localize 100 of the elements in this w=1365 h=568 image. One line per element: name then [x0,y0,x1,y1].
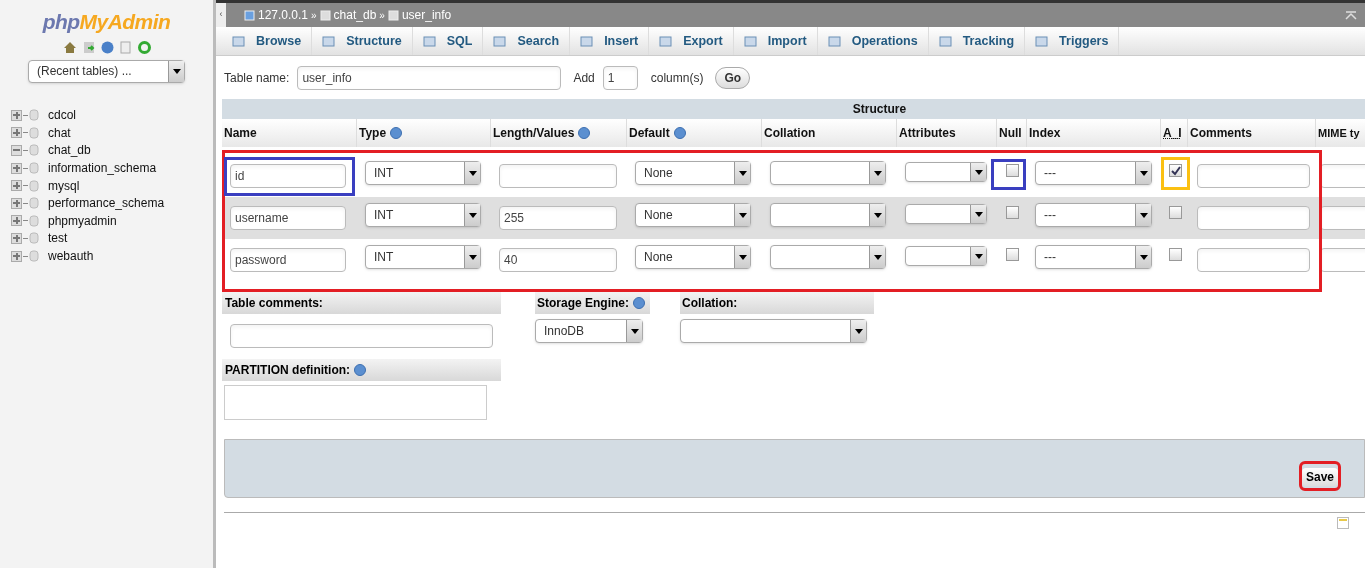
expand-icon[interactable] [11,127,22,139]
comments-field[interactable] [1197,248,1310,272]
length-field[interactable]: 40 [499,248,617,272]
database-icon [29,197,39,210]
attributes-dropdown[interactable] [905,246,987,266]
default-dropdown[interactable]: None [635,203,751,227]
expand-icon[interactable] [11,232,22,244]
table-name-field[interactable]: user_info [297,65,562,90]
type-dropdown[interactable]: INT [365,245,481,269]
tab[interactable]: Tracking [928,27,1026,55]
breadcrumb-link[interactable]: user_info [401,6,452,24]
database-link[interactable]: chat_db [48,141,91,160]
column-header: Type [359,125,387,142]
index-dropdown[interactable]: --- [1035,245,1152,269]
expand-icon[interactable] [11,250,22,262]
attributes-dropdown[interactable] [905,204,987,224]
mime-type-field[interactable] [1320,206,1365,230]
partition-textarea[interactable] [224,385,487,420]
column-header: Collation [764,125,816,142]
collation-dropdown[interactable] [770,161,886,185]
help-icon[interactable] [390,127,403,139]
mime-type-field[interactable] [1320,164,1365,188]
database-link[interactable]: webauth [48,247,94,266]
expand-icon[interactable] [11,180,22,192]
mime-type-field[interactable] [1320,248,1365,272]
copy-icon[interactable] [119,40,132,54]
database-icon [29,250,39,263]
tab[interactable]: Search [483,27,571,55]
note-icon[interactable] [1337,517,1349,529]
recent-tables-dropdown[interactable]: (Recent tables) ... [28,59,185,83]
database-link[interactable]: chat [48,123,71,142]
storage-engine-dropdown[interactable]: InnoDB [535,319,643,343]
help-icon[interactable] [578,127,591,139]
column-header: Comments [1190,125,1252,142]
tab[interactable]: SQL [412,27,484,55]
expand-icon[interactable] [11,197,22,209]
breadcrumb-separator: » [311,8,317,23]
column-name-field[interactable]: username [230,206,346,230]
expand-icon[interactable] [11,162,22,174]
database-link[interactable]: cdcol [48,106,76,125]
checkbox[interactable] [1006,206,1019,219]
column-name-field[interactable]: password [230,248,346,272]
comments-field[interactable] [1197,206,1310,230]
type-dropdown[interactable]: INT [365,203,481,227]
section-header: Table comments: [222,292,501,314]
save-button[interactable]: Save [1301,468,1338,486]
expand-icon[interactable] [11,109,22,121]
type-dropdown[interactable]: INT [365,161,481,185]
server-icon [244,9,255,21]
length-field[interactable]: 255 [499,206,617,230]
reload-icon[interactable] [137,40,151,54]
length-field[interactable] [499,164,617,188]
database-link[interactable]: performance_schema [48,194,165,213]
tab[interactable]: Triggers [1025,27,1120,55]
tab[interactable]: Export [649,27,734,55]
column-name-field[interactable]: id [230,164,346,188]
collation-dropdown[interactable] [770,245,886,269]
default-dropdown[interactable]: None [635,245,751,269]
tab[interactable]: Browse [222,27,313,55]
database-link[interactable]: information_schema [48,159,157,178]
default-dropdown[interactable]: None [635,161,751,185]
breadcrumb-link[interactable]: 127.0.0.1 [258,6,309,24]
attributes-dropdown[interactable] [905,162,987,182]
document-icon[interactable] [82,40,95,54]
table-comments-field[interactable] [230,324,493,348]
column-count-field[interactable]: 1 [602,65,638,90]
collapse-icon[interactable] [11,145,22,156]
tab-icon [659,34,673,48]
help-icon[interactable] [673,127,686,139]
checkbox[interactable] [1169,206,1182,219]
breadcrumb-link[interactable]: chat_db [333,6,377,24]
tab[interactable]: Import [733,27,818,55]
database-link[interactable]: mysql [48,176,80,195]
logo[interactable]: phpMyAdmin [42,6,171,38]
database-icon [29,126,39,139]
help-icon[interactable] [633,297,645,309]
help-icon[interactable] [100,40,114,54]
collation-dropdown[interactable] [770,203,886,227]
comments-field[interactable] [1197,164,1310,188]
index-dropdown[interactable]: --- [1035,161,1152,185]
checkbox[interactable] [1006,164,1019,177]
tab[interactable]: Operations [817,27,929,55]
go-button[interactable]: Go [715,66,751,89]
database-link[interactable]: test [48,229,68,248]
help-icon[interactable] [354,364,367,376]
tab[interactable]: Structure [312,27,413,55]
collapse-handle[interactable]: ‹ [216,3,226,27]
expand-icon[interactable] [11,215,22,227]
section-header: Storage Engine: [535,292,650,314]
checkbox[interactable] [1006,248,1019,261]
caret-icon [974,253,983,259]
checkbox[interactable] [1169,248,1182,261]
index-dropdown[interactable]: --- [1035,203,1152,227]
caret-icon [974,211,983,217]
home-icon[interactable] [62,40,77,54]
database-icon [319,9,331,21]
checkbox[interactable] [1169,164,1182,177]
database-link[interactable]: phpmyadmin [48,211,117,230]
collation-dropdown[interactable] [680,319,867,343]
tab[interactable]: Insert [570,27,650,55]
